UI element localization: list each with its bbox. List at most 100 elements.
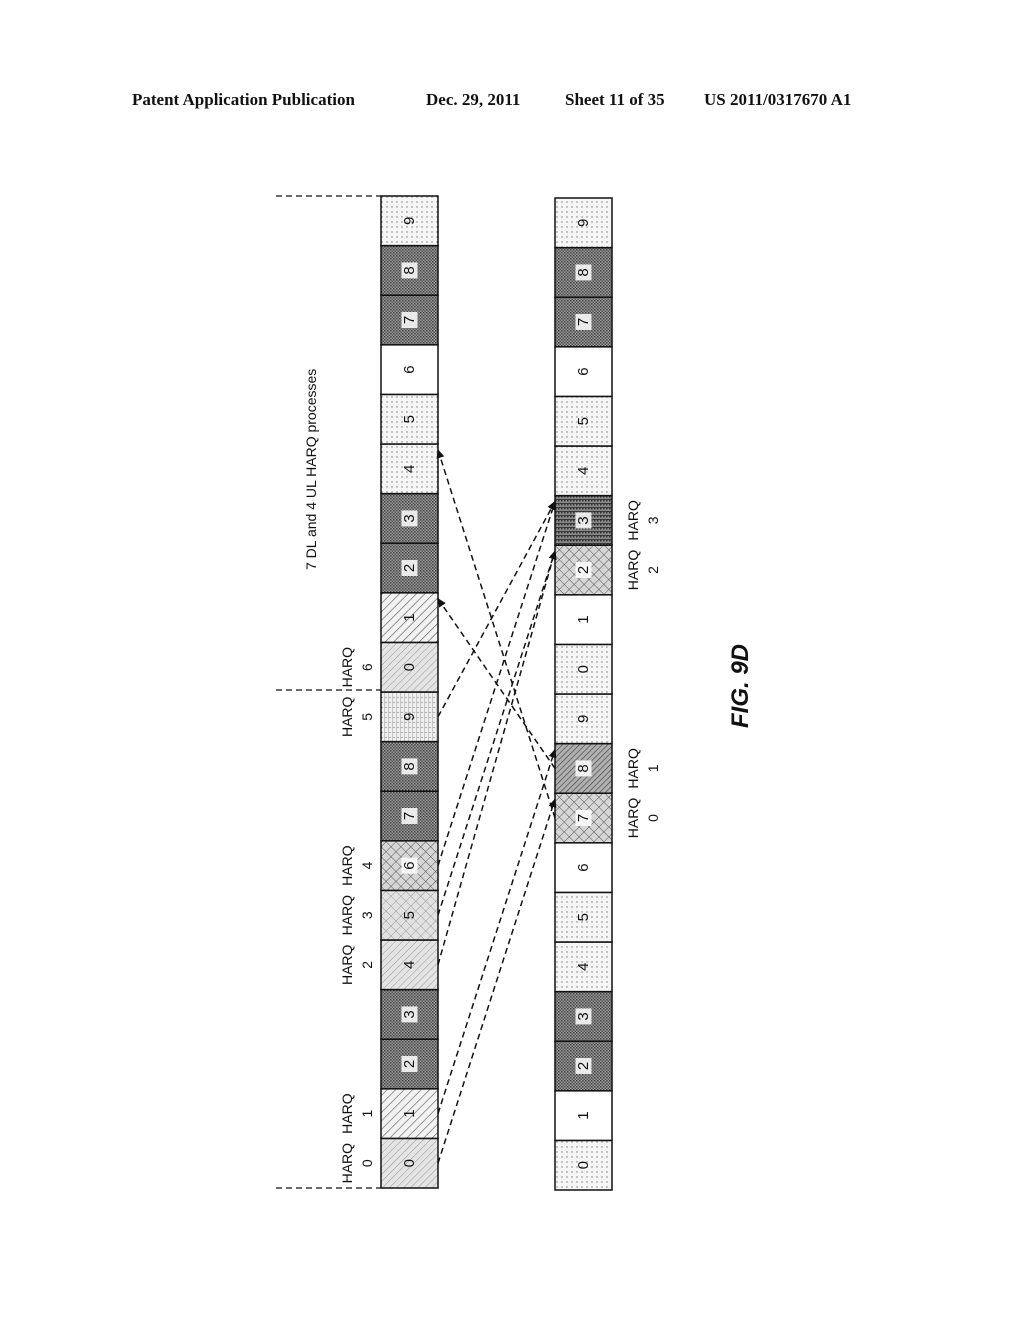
harq-label-text: HARQ — [625, 798, 641, 839]
cell-number: 7 — [575, 318, 592, 326]
right-bar-cell: 5 — [554, 891, 613, 943]
harq-label-text: HARQ — [625, 500, 641, 541]
harq-label-number: 4 — [359, 861, 375, 869]
cell-number: 0 — [401, 663, 418, 671]
right-bar-cell: 0 — [554, 643, 613, 695]
cell-number: 8 — [401, 762, 418, 770]
left-bar-cell: 6 — [380, 344, 439, 396]
right-bar-cell: 5 — [554, 395, 613, 447]
harq-arrow — [437, 550, 557, 966]
cell-number: 2 — [401, 564, 418, 572]
right-bar-cell: 7 — [554, 792, 613, 844]
harq-label: HARQ 6 — [339, 647, 375, 688]
cell-number: 2 — [575, 1062, 592, 1070]
cell-number: 8 — [575, 764, 592, 772]
cell-number: 5 — [401, 415, 418, 423]
right-bar-cell: 6 — [554, 346, 613, 398]
cell-number: 0 — [575, 665, 592, 673]
left-bar-cell: 8 — [380, 740, 439, 792]
cell-number: 0 — [575, 1161, 592, 1169]
cell-number: 3 — [575, 516, 592, 524]
right-bar-cell: 9 — [554, 693, 613, 745]
cell-number: 6 — [575, 863, 592, 871]
harq-label-number: 0 — [359, 1159, 375, 1167]
cell-number: 4 — [575, 467, 592, 475]
harq-label-number: 0 — [645, 814, 661, 822]
right-bar: 0 1 2 3 4 5 6 7 8 9 0 1 2 3 4 5 6 7 8 9 — [554, 197, 613, 1191]
harq-label-number: 1 — [359, 1109, 375, 1117]
cell-number: 8 — [401, 266, 418, 274]
harq-label: HARQ 1 — [625, 748, 661, 789]
cell-number: 1 — [401, 613, 418, 621]
harq-timing-diagram: 7 DL and 4 UL HARQ processes 01234567890… — [276, 195, 754, 1191]
cell-number: 9 — [401, 713, 418, 721]
right-bar-cell: 4 — [554, 445, 613, 497]
left-bar-cell: 1 — [380, 1088, 439, 1140]
right-bar-cell: 0 — [554, 1139, 613, 1191]
right-bar-cell: 8 — [554, 742, 613, 794]
left-bar-cell: 4 — [380, 443, 439, 495]
figure-title: 7 DL and 4 UL HARQ processes — [303, 369, 319, 570]
cell-number: 7 — [401, 812, 418, 820]
harq-label-text: HARQ — [339, 696, 355, 737]
cell-number: 1 — [401, 1109, 418, 1117]
left-bar-cell: 2 — [380, 542, 439, 594]
right-bar-cell: 1 — [554, 594, 613, 646]
right-bar-cell: 3 — [554, 990, 613, 1042]
cell-number: 6 — [401, 365, 418, 373]
cell-number: 9 — [401, 217, 418, 225]
left-bar-cell: 7 — [380, 790, 439, 842]
left-bar-cell: 9 — [380, 195, 439, 247]
harq-label-text: HARQ — [625, 748, 641, 789]
right-bar-cell: 3 — [554, 494, 613, 546]
cell-number: 6 — [575, 367, 592, 375]
cell-number: 0 — [401, 1159, 418, 1167]
cell-number: 9 — [575, 219, 592, 227]
harq-label: HARQ 2 — [625, 550, 661, 591]
cell-number: 2 — [401, 1060, 418, 1068]
right-bar-cell: 6 — [554, 842, 613, 894]
harq-label-text: HARQ — [339, 895, 355, 936]
cell-number: 9 — [575, 715, 592, 723]
cell-number: 7 — [401, 316, 418, 324]
harq-arrow — [437, 550, 557, 916]
right-bar-cell: 7 — [554, 296, 613, 348]
harq-label-number: 1 — [645, 764, 661, 772]
cell-number: 3 — [401, 514, 418, 522]
harq-label-number: 2 — [359, 961, 375, 969]
left-harq-labels: HARQ 0 HARQ 1 HARQ 2 HARQ 3 HARQ 4 HARQ 5 HARQ 6 — [339, 647, 375, 1184]
left-bar-cell: 9 — [380, 691, 439, 743]
harq-label-text: HARQ — [339, 647, 355, 688]
cell-number: 8 — [575, 268, 592, 276]
cell-number: 4 — [401, 465, 418, 473]
cell-number: 1 — [575, 615, 592, 623]
cell-number: 6 — [401, 861, 418, 869]
left-bar-cell: 5 — [380, 393, 439, 445]
left-bar-cell: 2 — [380, 1038, 439, 1090]
left-bar-cell: 3 — [380, 492, 439, 544]
left-bar-cell: 6 — [380, 840, 439, 892]
cell-number: 5 — [401, 911, 418, 919]
harq-label-text: HARQ — [339, 1093, 355, 1134]
right-bar-cell: 2 — [554, 544, 613, 596]
harq-label: HARQ 0 — [625, 798, 661, 839]
harq-label-number: 5 — [359, 713, 375, 721]
right-bar-cell: 2 — [554, 1040, 613, 1092]
left-bar-cell: 3 — [380, 988, 439, 1040]
harq-label: HARQ 3 — [339, 895, 375, 936]
harq-label: HARQ 4 — [339, 845, 375, 886]
harq-label-number: 2 — [645, 566, 661, 574]
harq-label-number: 6 — [359, 663, 375, 671]
harq-arrows — [436, 449, 557, 1164]
harq-arrow — [437, 597, 556, 769]
cell-number: 5 — [575, 417, 592, 425]
cell-number: 2 — [575, 566, 592, 574]
cell-number: 4 — [575, 963, 592, 971]
left-bar-cell: 4 — [380, 939, 439, 991]
left-bar-cell: 7 — [380, 294, 439, 346]
right-harq-labels: HARQ 0 HARQ 1 HARQ 2 HARQ 3 — [625, 500, 661, 838]
right-bar-cell: 8 — [554, 246, 613, 298]
right-bar-cell: 1 — [554, 1090, 613, 1142]
harq-label-text: HARQ — [339, 944, 355, 985]
harq-label: HARQ 1 — [339, 1093, 375, 1134]
